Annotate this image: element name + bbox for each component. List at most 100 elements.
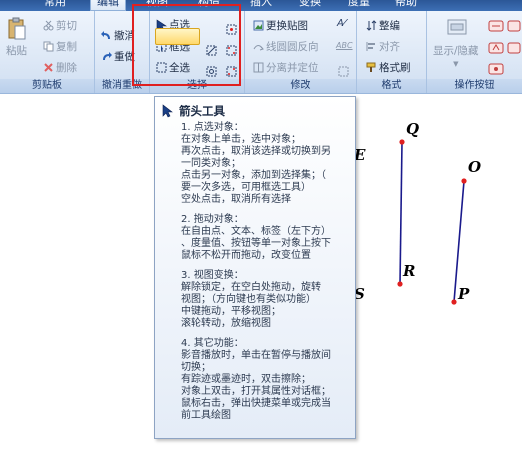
format-brush-button[interactable]: 格式刷 (366, 60, 411, 75)
text-style-icon[interactable]: A⁄ (337, 18, 346, 29)
label-p[interactable]: P (458, 285, 469, 303)
tooltip-line: 点击另一对象，添加到选择集；（ (181, 170, 326, 181)
tooltip-line: 视图；（方向键也有类似功能） (181, 294, 316, 305)
reverse-icon (253, 41, 264, 52)
label-r[interactable]: R (403, 262, 415, 280)
arrange-button[interactable]: 整编 (366, 18, 400, 33)
redo-button[interactable]: 重做 (101, 49, 135, 64)
select-group-red-highlight (132, 4, 241, 86)
align-icon (366, 41, 377, 52)
split-merge-label: 分离并定位 (266, 62, 319, 74)
split-icon (253, 62, 264, 73)
tooltip-line: 切换； (181, 362, 211, 373)
abc-style-icon[interactable]: ABC (336, 41, 353, 50)
arrange-icon (366, 20, 377, 31)
tooltip-line: 在对象上单击，选中对象； (181, 134, 301, 145)
copy-button[interactable]: 复制 (43, 39, 77, 54)
action-button-icon-4[interactable] (507, 17, 521, 32)
tooltip-line: 鼠标不松开而拖动，改变位置 (181, 250, 311, 261)
tooltip-line: 中键拖动，平移视图； (181, 306, 281, 317)
delete-button[interactable]: 删除 (43, 60, 77, 75)
modify-option-icon[interactable] (338, 62, 349, 77)
tooltip-line: 空处点击，取消所有选择 (181, 194, 291, 205)
arrow-cursor-icon (162, 103, 174, 118)
split-merge-button[interactable]: 分离并定位 (253, 60, 319, 75)
tooltip-line: 、度量值、按钮等单一对象上按下 (181, 238, 331, 249)
tooltip-line: 对象上双击，打开其属性对话框； (181, 386, 331, 397)
clipboard-group-label: 剪贴板 (0, 79, 94, 93)
paste-button[interactable]: 粘贴 (6, 17, 27, 58)
show-hide-button[interactable]: 显示/隐藏 ▼ (433, 17, 479, 68)
tooltip-gap (181, 330, 356, 338)
group-action-buttons: 显示/隐藏 ▼ 操作按钮 (427, 11, 522, 93)
tab-help[interactable]: 帮助 (389, 0, 423, 10)
point-q[interactable] (399, 139, 405, 145)
point-o[interactable] (461, 178, 467, 184)
tab-transform[interactable]: 变换 (293, 0, 327, 10)
segment-op[interactable] (453, 180, 465, 303)
reverse-direction-label: 线圆圆反向 (266, 41, 319, 53)
paste-icon (7, 17, 27, 41)
tooltip-title: 箭头工具 (179, 104, 225, 118)
label-q[interactable]: Q (406, 120, 419, 138)
reverse-direction-button[interactable]: 线圆圆反向 (253, 39, 319, 54)
tooltip-line: 4. 其它功能： (181, 338, 244, 349)
tooltip-line: 前工具绘图 (181, 410, 231, 421)
paste-label: 粘贴 (6, 45, 27, 57)
action-button-icon-2[interactable] (488, 39, 504, 54)
tooltip-line: 有踪迹或墨迹时，双击擦除； (181, 374, 311, 385)
tab-common[interactable]: 常用 (38, 0, 72, 10)
group-clipboard: 粘贴 剪切 复制 删除 剪贴板 (0, 11, 95, 93)
cut-label: 剪切 (56, 20, 77, 32)
action-button-icon-1[interactable] (488, 17, 504, 32)
replace-image-label: 更换贴图 (266, 20, 308, 32)
tooltip-line: 2. 拖动对象： (181, 214, 244, 225)
format-group-label: 格式 (357, 79, 426, 93)
tooltip-line: 3. 视图变换： (181, 270, 244, 281)
tab-edit[interactable]: 编辑 (90, 0, 126, 11)
tab-insert[interactable]: 插入 (244, 0, 278, 10)
modify-group-label: 修改 (245, 79, 356, 93)
copy-label: 复制 (56, 41, 77, 53)
tooltip-gap (181, 262, 356, 270)
tooltip-body: 1. 点选对象： 在对象上单击，选中对象； 再次点击，取消该选择或切换到另 一同类对象… (181, 122, 356, 422)
undo-button[interactable]: 撤消 (101, 28, 135, 43)
replace-image-button[interactable]: 更换贴图 (253, 18, 308, 33)
show-hide-label: 显示/隐藏 (433, 45, 479, 57)
group-format: 整编 对齐 格式刷 格式 (357, 11, 427, 93)
ribbon: 粘贴 剪切 复制 删除 剪贴板 撤消 重做 撤消重做 点选 框选 全选 选择 更… (0, 11, 522, 94)
redo-icon (101, 51, 112, 62)
point-r[interactable] (397, 281, 403, 287)
action-buttons-group-label: 操作按钮 (427, 79, 522, 93)
tooltip-line: 解除锁定，在空白处拖动，旋转 (181, 282, 321, 293)
align-label: 对齐 (379, 41, 400, 53)
tooltip-line: 再次点击，取消该选择或切换到另 (181, 146, 331, 157)
arrow-tool-tooltip: 箭头工具 1. 点选对象： 在对象上单击，选中对象； 再次点击，取消该选择或切换到另… (154, 96, 356, 439)
arrange-label: 整编 (379, 20, 400, 32)
tooltip-gap (181, 206, 356, 214)
tooltip-line: 要一次多选，可用框选工具） (181, 182, 311, 193)
align-button[interactable]: 对齐 (366, 39, 400, 54)
ribbon-tab-bar: 常用 编辑 视图 构造 插入 变换 度量 帮助 (0, 0, 522, 11)
tooltip-line: 1. 点选对象： (181, 122, 244, 133)
show-hide-icon (446, 17, 467, 41)
label-o[interactable]: O (468, 158, 481, 176)
tooltip-line: 鼠标右击，弹出快捷菜单或完成当 (181, 398, 331, 409)
scissors-icon (43, 20, 54, 31)
undo-icon (101, 30, 112, 41)
brush-icon (366, 62, 377, 73)
action-button-icon-5[interactable] (507, 39, 521, 54)
tab-measure[interactable]: 度量 (342, 0, 376, 10)
tooltip-line: 在自由点、文本、标签（左下方） (181, 226, 331, 237)
delete-icon (43, 62, 54, 73)
point-p[interactable] (451, 299, 457, 305)
segment-qr[interactable] (399, 141, 403, 285)
image-icon (253, 20, 264, 31)
cut-button[interactable]: 剪切 (43, 18, 77, 33)
tooltip-line: 一同类对象； (181, 158, 241, 169)
action-button-icon-3[interactable] (488, 60, 504, 75)
show-hide-dropdown-icon: ▼ (453, 60, 459, 68)
format-brush-label: 格式刷 (379, 62, 411, 74)
delete-label: 删除 (56, 62, 77, 74)
tooltip-line: 滚轮转动，放缩视图 (181, 318, 271, 329)
